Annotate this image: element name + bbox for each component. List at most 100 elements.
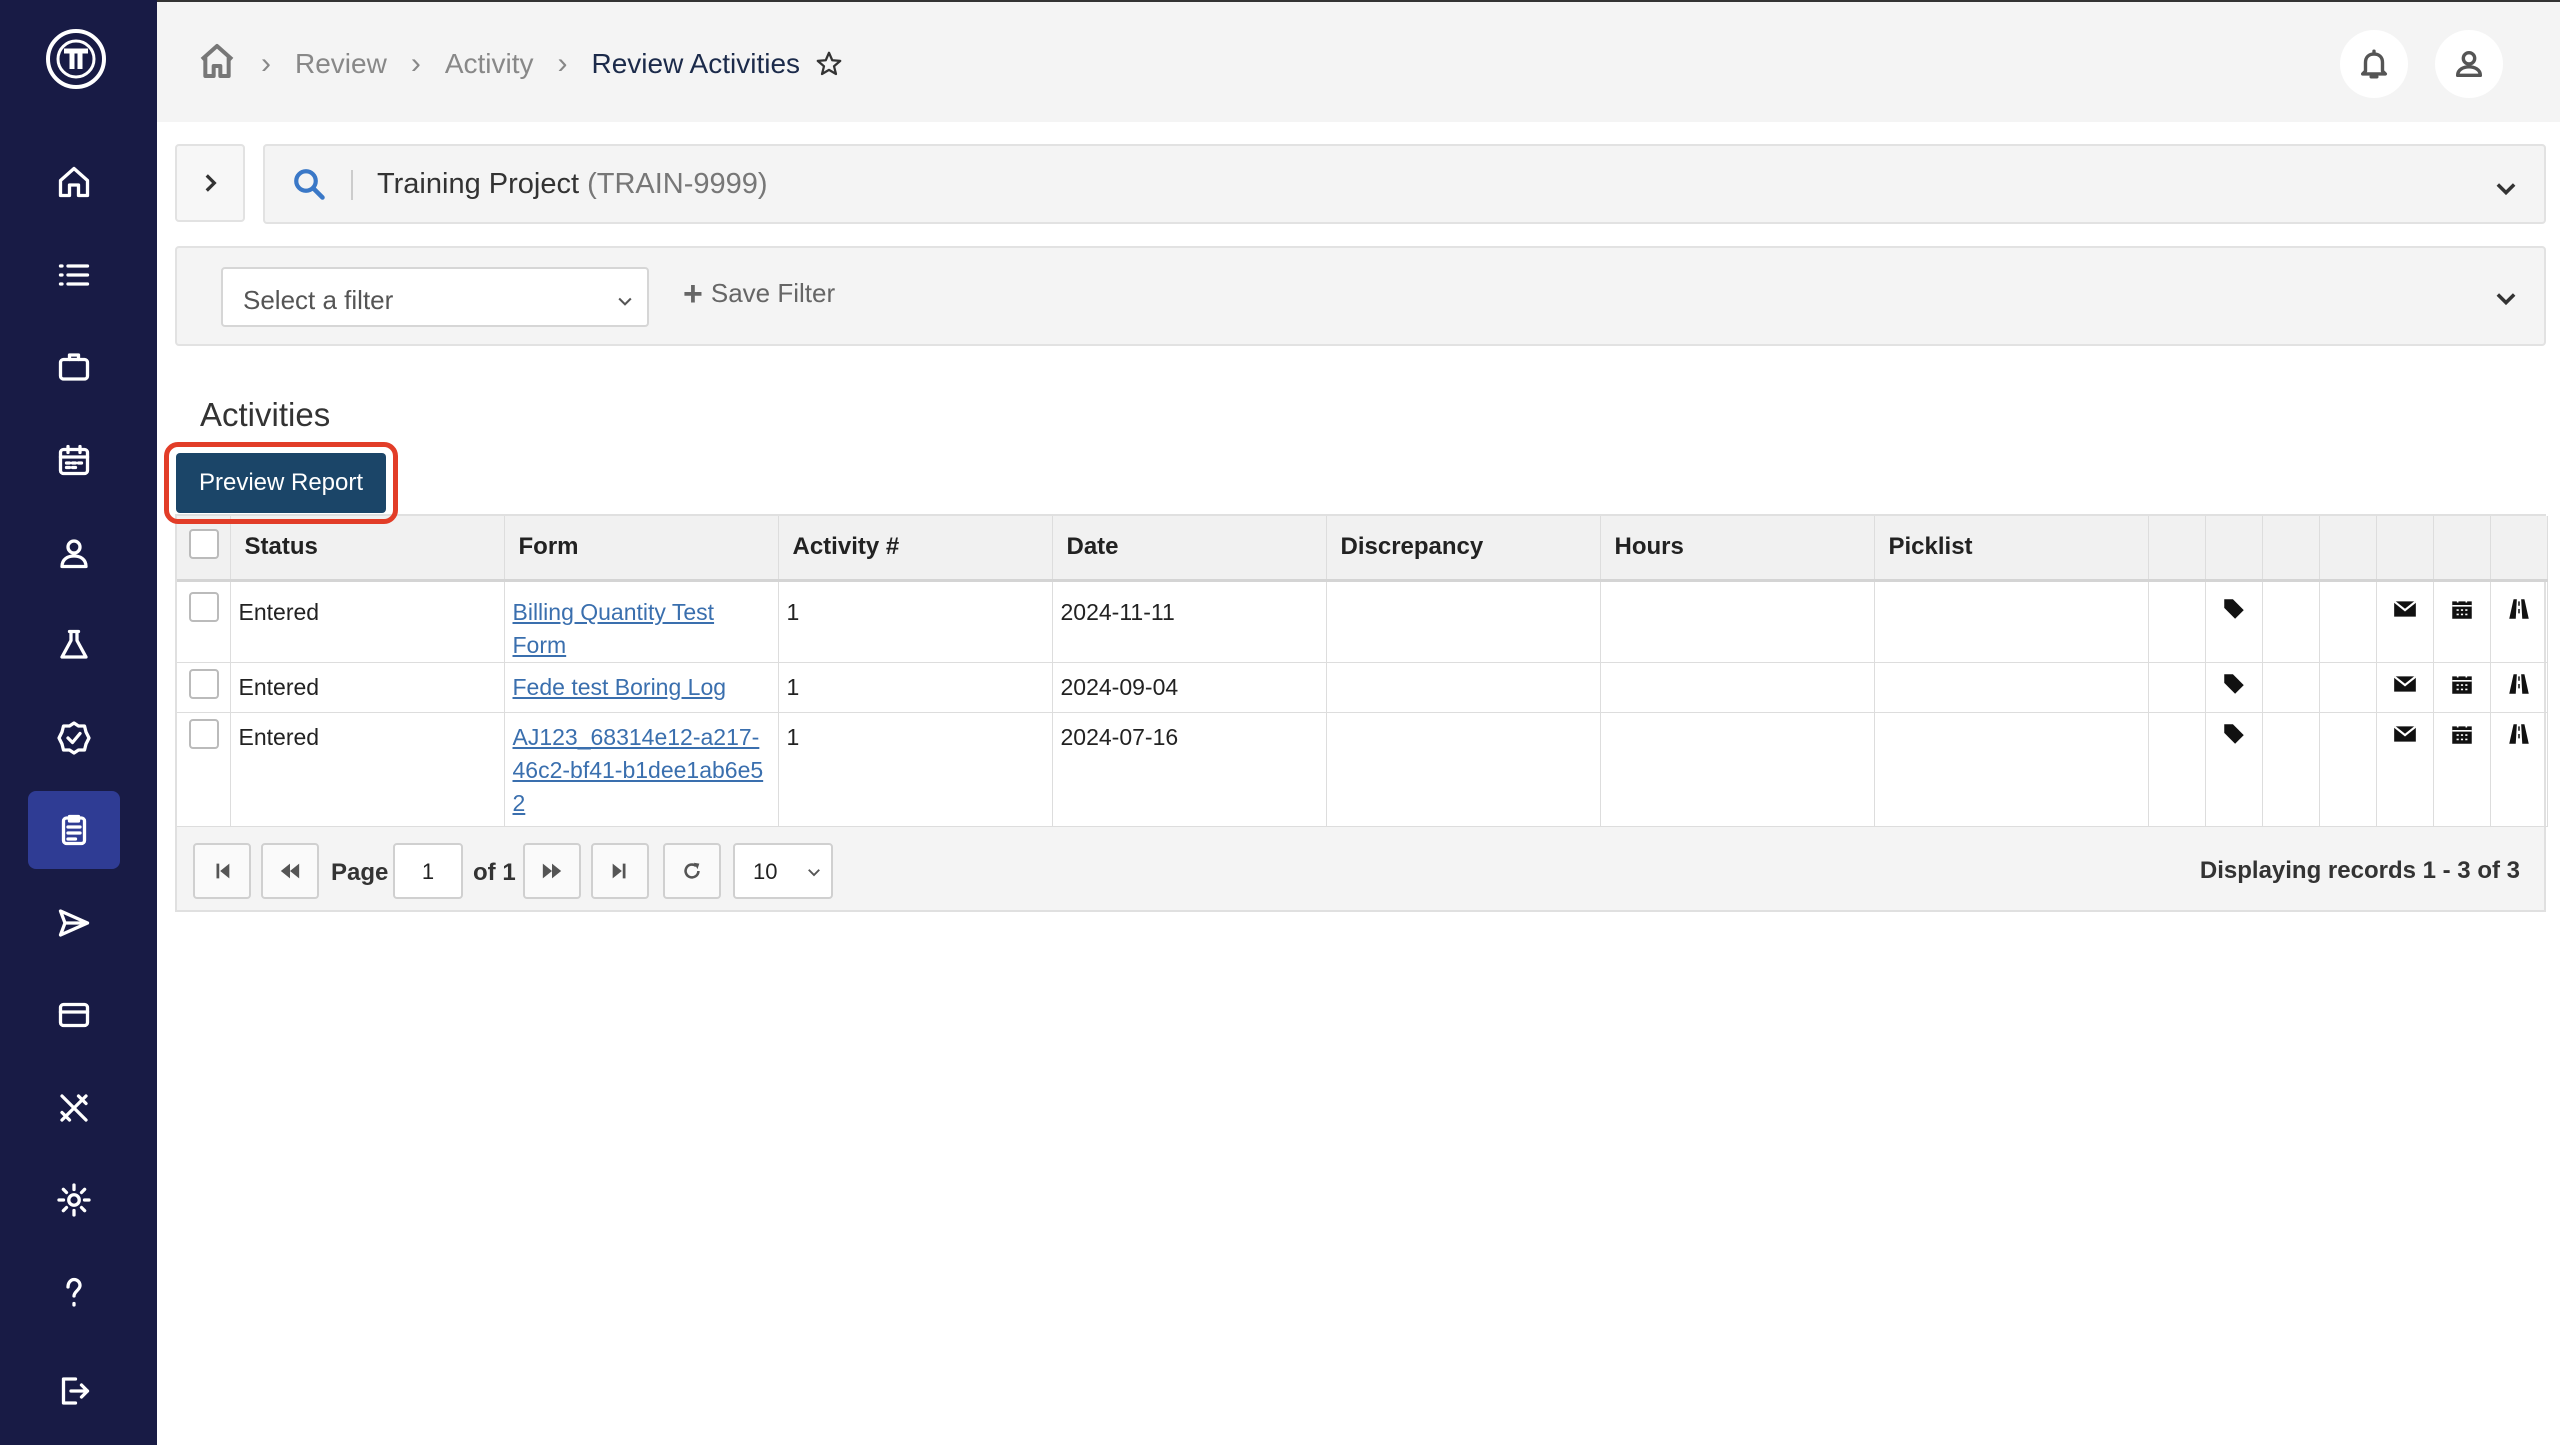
road-icon[interactable]: [2506, 671, 2532, 697]
tag-icon[interactable]: [2221, 721, 2247, 747]
flask-icon: [60, 629, 88, 659]
sidebar-item-help[interactable]: [28, 1254, 120, 1332]
sidebar-item-logout[interactable]: [28, 1352, 120, 1430]
cell-hours: [1600, 662, 1875, 713]
divider: [351, 170, 353, 200]
briefcase-icon: [58, 353, 90, 381]
chevron-down-icon[interactable]: [2492, 174, 2520, 202]
next-icon: [542, 863, 562, 879]
home-icon: [58, 166, 90, 198]
user-icon: [2455, 50, 2483, 78]
sidebar-item-verify[interactable]: [28, 699, 120, 777]
form-link[interactable]: Fede test Boring Log: [513, 674, 727, 700]
records-display: Displaying records 1 - 3 of 3: [2199, 857, 2520, 884]
calendar-icon[interactable]: [2449, 721, 2475, 747]
select-all-checkbox[interactable]: [189, 528, 219, 559]
form-link[interactable]: AJ123_68314e12-a217-46c2-bf41-b1dee1ab6e…: [513, 724, 764, 816]
prev-page-button[interactable]: [261, 843, 319, 899]
breadcrumb: › Review › Activity › Review Activities: [197, 40, 844, 88]
cell-activity: 1: [778, 662, 1053, 713]
sidebar-item-settings[interactable]: [28, 1161, 120, 1239]
cell-status: Entered: [230, 662, 505, 713]
filter-select-placeholder: Select a filter: [243, 285, 394, 315]
first-page-icon: [216, 863, 230, 879]
chevron-right-icon: ›: [261, 47, 271, 80]
envelope-icon[interactable]: [2392, 721, 2418, 747]
row-checkbox[interactable]: [189, 591, 219, 622]
sidebar-item-users[interactable]: [28, 514, 120, 592]
cell-date: 2024-09-04: [1052, 662, 1327, 713]
sidebar-item-lab[interactable]: [28, 606, 120, 684]
plus-icon: +: [683, 274, 703, 313]
sidebar-item-review[interactable]: [28, 791, 120, 869]
envelope-icon[interactable]: [2392, 596, 2418, 622]
sidebar-item-tools[interactable]: [28, 1069, 120, 1147]
project-selector[interactable]: Training Project (TRAIN-9999): [263, 144, 2546, 224]
column-header-status[interactable]: Status: [230, 516, 505, 582]
last-page-button[interactable]: [591, 843, 649, 899]
project-code: (TRAIN-9999): [587, 168, 768, 200]
table-row: Entered Fede test Boring Log 1 2024-09-0…: [177, 662, 2548, 713]
column-header-picklist[interactable]: Picklist: [1874, 516, 2149, 582]
chevron-down-icon[interactable]: [2492, 284, 2520, 312]
preview-report-button[interactable]: Preview Report: [176, 453, 386, 513]
save-filter-button[interactable]: + Save Filter: [683, 274, 836, 313]
cell-picklist: [1874, 662, 2149, 713]
sidebar-item-projects[interactable]: [28, 328, 120, 406]
first-page-button[interactable]: [193, 843, 251, 899]
tag-icon[interactable]: [2221, 671, 2247, 697]
cell-discrepancy: [1326, 712, 1601, 827]
breadcrumb-activity[interactable]: Activity: [445, 48, 534, 80]
calendar-icon: [58, 444, 90, 476]
user-menu-button[interactable]: [2435, 30, 2503, 98]
home-icon[interactable]: [197, 41, 237, 88]
column-header-form[interactable]: Form: [504, 516, 779, 582]
column-header-hours[interactable]: Hours: [1600, 516, 1875, 582]
page-number-input[interactable]: 1: [393, 843, 463, 899]
column-header-date[interactable]: Date: [1052, 516, 1327, 582]
sidebar-item-calendar[interactable]: [28, 421, 120, 499]
user-icon: [60, 539, 88, 569]
column-header-activity[interactable]: Activity #: [778, 516, 1053, 582]
row-checkbox[interactable]: [189, 668, 219, 699]
badge-check-icon: [57, 721, 91, 755]
cell-date: 2024-11-11: [1052, 580, 1327, 663]
road-icon[interactable]: [2506, 721, 2532, 747]
sidebar-item-home[interactable]: [28, 143, 120, 221]
project-name: Training Project (TRAIN-9999): [377, 168, 768, 200]
calendar-icon[interactable]: [2449, 596, 2475, 622]
breadcrumb-review[interactable]: Review: [295, 48, 387, 80]
tag-icon[interactable]: [2221, 596, 2247, 622]
chevron-down-icon: [618, 297, 632, 306]
page-size-select[interactable]: 10: [733, 843, 833, 899]
notifications-button[interactable]: [2340, 30, 2408, 98]
road-icon[interactable]: [2506, 596, 2532, 622]
page-size-value: 10: [753, 859, 778, 884]
table-row: Entered Billing Quantity Test Form 1 202…: [177, 580, 2548, 663]
sidebar-item-send[interactable]: [28, 884, 120, 962]
panel-expand-button[interactable]: [175, 144, 245, 222]
sidebar-item-billing[interactable]: [28, 976, 120, 1054]
next-page-button[interactable]: [523, 843, 581, 899]
calendar-icon[interactable]: [2449, 671, 2475, 697]
form-link[interactable]: Billing Quantity Test Form: [513, 599, 715, 658]
logo-icon[interactable]: [46, 29, 106, 89]
row-checkbox[interactable]: [189, 718, 219, 749]
save-filter-label: Save Filter: [710, 278, 836, 308]
refresh-button[interactable]: [663, 843, 721, 899]
column-header-discrepancy[interactable]: Discrepancy: [1326, 516, 1601, 582]
section-title: Activities: [200, 396, 331, 433]
gear-icon: [57, 1183, 91, 1217]
cell-hours: [1600, 712, 1875, 827]
filter-select[interactable]: Select a filter: [221, 267, 649, 327]
sidebar-item-list[interactable]: [28, 236, 120, 314]
list-icon: [58, 264, 90, 286]
page-title: Review Activities: [591, 48, 801, 79]
last-page-icon: [612, 863, 626, 879]
envelope-icon[interactable]: [2392, 671, 2418, 697]
search-icon: [294, 169, 325, 200]
pagination-bar: Page 1 of 1 10 Displaying records 1 - 3 …: [177, 826, 2544, 910]
chevron-right-icon: ›: [557, 47, 568, 80]
refresh-icon: [684, 862, 700, 879]
star-icon[interactable]: [814, 49, 844, 79]
